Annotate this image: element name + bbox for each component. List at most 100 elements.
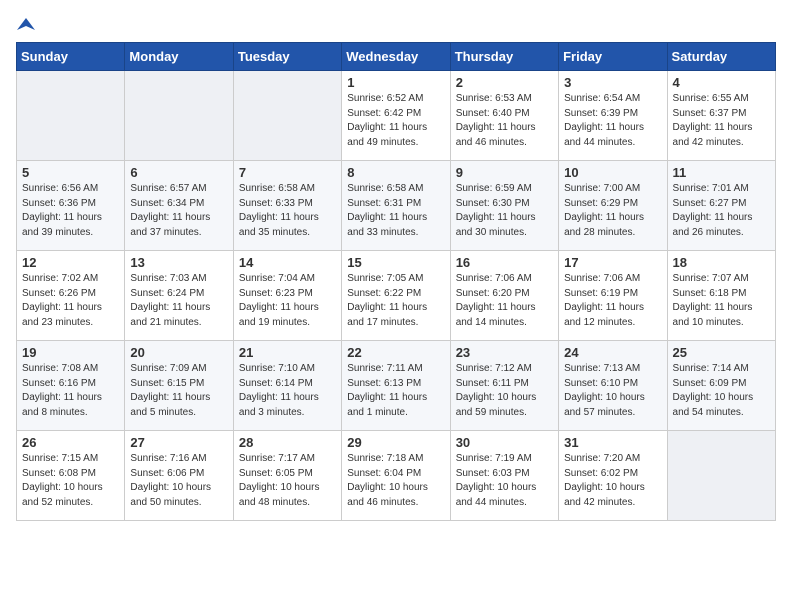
day-info: Sunrise: 7:20 AM Sunset: 6:02 PM Dayligh… — [564, 452, 661, 510]
week-row-3: 12 Sunrise: 7:02 AM Sunset: 6:26 PM Dayli… — [17, 251, 776, 341]
day-number: 19 — [22, 345, 119, 360]
day-number: 2 — [456, 75, 553, 90]
day-info: Sunrise: 7:07 AM Sunset: 6:18 PM Dayligh… — [673, 272, 770, 330]
day-number: 18 — [673, 255, 770, 270]
day-cell: 11 Sunrise: 7:01 AM Sunset: 6:27 PM Dayli… — [667, 161, 775, 251]
day-info: Sunrise: 7:11 AM Sunset: 6:13 PM Dayligh… — [347, 362, 444, 420]
day-cell: 12 Sunrise: 7:02 AM Sunset: 6:26 PM Dayli… — [17, 251, 125, 341]
day-info: Sunrise: 7:03 AM Sunset: 6:24 PM Dayligh… — [130, 272, 227, 330]
day-cell: 23Sunrise: 7:12 AM Sunset: 6:11 PM Dayli… — [450, 341, 558, 431]
header-friday: Friday — [559, 43, 667, 71]
logo — [16, 16, 36, 30]
day-number: 21 — [239, 345, 336, 360]
day-number: 16 — [456, 255, 553, 270]
day-number: 29 — [347, 435, 444, 450]
day-cell: 27Sunrise: 7:16 AM Sunset: 6:06 PM Dayli… — [125, 431, 233, 521]
day-cell: 17 Sunrise: 7:06 AM Sunset: 6:19 PM Dayli… — [559, 251, 667, 341]
day-number: 26 — [22, 435, 119, 450]
day-info: Sunrise: 6:57 AM Sunset: 6:34 PM Dayligh… — [130, 182, 227, 240]
day-cell — [667, 431, 775, 521]
header-monday: Monday — [125, 43, 233, 71]
day-cell: 14 Sunrise: 7:04 AM Sunset: 6:23 PM Dayli… — [233, 251, 341, 341]
day-cell: 5 Sunrise: 6:56 AM Sunset: 6:36 PM Daylig… — [17, 161, 125, 251]
day-number: 17 — [564, 255, 661, 270]
day-cell: 21Sunrise: 7:10 AM Sunset: 6:14 PM Dayli… — [233, 341, 341, 431]
page-header — [16, 16, 776, 30]
day-number: 14 — [239, 255, 336, 270]
day-cell: 10 Sunrise: 7:00 AM Sunset: 6:29 PM Dayli… — [559, 161, 667, 251]
day-info: Sunrise: 7:06 AM Sunset: 6:19 PM Dayligh… — [564, 272, 661, 330]
day-number: 10 — [564, 165, 661, 180]
day-cell: 16Sunrise: 7:06 AM Sunset: 6:20 PM Dayli… — [450, 251, 558, 341]
header-row: SundayMondayTuesdayWednesdayThursdayFrid… — [17, 43, 776, 71]
day-cell: 2 Sunrise: 6:53 AM Sunset: 6:40 PM Daylig… — [450, 71, 558, 161]
day-info: Sunrise: 7:12 AM Sunset: 6:11 PM Dayligh… — [456, 362, 553, 420]
day-number: 13 — [130, 255, 227, 270]
day-number: 15 — [347, 255, 444, 270]
day-number: 9 — [456, 165, 553, 180]
day-number: 22 — [347, 345, 444, 360]
day-info: Sunrise: 7:02 AM Sunset: 6:26 PM Dayligh… — [22, 272, 119, 330]
day-number: 25 — [673, 345, 770, 360]
day-info: Sunrise: 7:09 AM Sunset: 6:15 PM Dayligh… — [130, 362, 227, 420]
header-wednesday: Wednesday — [342, 43, 450, 71]
day-number: 31 — [564, 435, 661, 450]
day-cell — [233, 71, 341, 161]
day-number: 5 — [22, 165, 119, 180]
day-number: 11 — [673, 165, 770, 180]
day-cell: 13 Sunrise: 7:03 AM Sunset: 6:24 PM Dayli… — [125, 251, 233, 341]
header-saturday: Saturday — [667, 43, 775, 71]
day-cell: 26Sunrise: 7:15 AM Sunset: 6:08 PM Dayli… — [17, 431, 125, 521]
day-cell: 4 Sunrise: 6:55 AM Sunset: 6:37 PM Daylig… — [667, 71, 775, 161]
day-number: 6 — [130, 165, 227, 180]
day-info: Sunrise: 6:52 AM Sunset: 6:42 PM Dayligh… — [347, 92, 444, 150]
day-cell: 9 Sunrise: 6:59 AM Sunset: 6:30 PM Daylig… — [450, 161, 558, 251]
week-row-4: 19 Sunrise: 7:08 AM Sunset: 6:16 PM Dayli… — [17, 341, 776, 431]
day-info: Sunrise: 7:17 AM Sunset: 6:05 PM Dayligh… — [239, 452, 336, 510]
day-cell: 19 Sunrise: 7:08 AM Sunset: 6:16 PM Dayli… — [17, 341, 125, 431]
day-info: Sunrise: 6:56 AM Sunset: 6:36 PM Dayligh… — [22, 182, 119, 240]
day-cell: 6 Sunrise: 6:57 AM Sunset: 6:34 PM Daylig… — [125, 161, 233, 251]
day-cell: 28Sunrise: 7:17 AM Sunset: 6:05 PM Dayli… — [233, 431, 341, 521]
day-cell: 15 Sunrise: 7:05 AM Sunset: 6:22 PM Dayli… — [342, 251, 450, 341]
day-cell: 29Sunrise: 7:18 AM Sunset: 6:04 PM Dayli… — [342, 431, 450, 521]
day-info: Sunrise: 7:05 AM Sunset: 6:22 PM Dayligh… — [347, 272, 444, 330]
day-cell: 24 Sunrise: 7:13 AM Sunset: 6:10 PM Dayli… — [559, 341, 667, 431]
day-cell: 18 Sunrise: 7:07 AM Sunset: 6:18 PM Dayli… — [667, 251, 775, 341]
day-info: Sunrise: 6:58 AM Sunset: 6:31 PM Dayligh… — [347, 182, 444, 240]
day-number: 3 — [564, 75, 661, 90]
logo-bird-icon — [17, 16, 35, 34]
day-info: Sunrise: 6:54 AM Sunset: 6:39 PM Dayligh… — [564, 92, 661, 150]
day-info: Sunrise: 7:13 AM Sunset: 6:10 PM Dayligh… — [564, 362, 661, 420]
day-cell: 22 Sunrise: 7:11 AM Sunset: 6:13 PM Dayli… — [342, 341, 450, 431]
day-cell: 1Sunrise: 6:52 AM Sunset: 6:42 PM Daylig… — [342, 71, 450, 161]
day-number: 8 — [347, 165, 444, 180]
header-sunday: Sunday — [17, 43, 125, 71]
day-info: Sunrise: 6:58 AM Sunset: 6:33 PM Dayligh… — [239, 182, 336, 240]
day-info: Sunrise: 7:14 AM Sunset: 6:09 PM Dayligh… — [673, 362, 770, 420]
day-info: Sunrise: 6:55 AM Sunset: 6:37 PM Dayligh… — [673, 92, 770, 150]
day-number: 4 — [673, 75, 770, 90]
day-cell: 30 Sunrise: 7:19 AM Sunset: 6:03 PM Dayli… — [450, 431, 558, 521]
header-thursday: Thursday — [450, 43, 558, 71]
day-info: Sunrise: 7:00 AM Sunset: 6:29 PM Dayligh… — [564, 182, 661, 240]
day-info: Sunrise: 7:01 AM Sunset: 6:27 PM Dayligh… — [673, 182, 770, 240]
day-cell: 20Sunrise: 7:09 AM Sunset: 6:15 PM Dayli… — [125, 341, 233, 431]
day-number: 27 — [130, 435, 227, 450]
day-info: Sunrise: 6:53 AM Sunset: 6:40 PM Dayligh… — [456, 92, 553, 150]
day-info: Sunrise: 6:59 AM Sunset: 6:30 PM Dayligh… — [456, 182, 553, 240]
day-number: 12 — [22, 255, 119, 270]
day-info: Sunrise: 7:19 AM Sunset: 6:03 PM Dayligh… — [456, 452, 553, 510]
week-row-5: 26Sunrise: 7:15 AM Sunset: 6:08 PM Dayli… — [17, 431, 776, 521]
calendar-table: SundayMondayTuesdayWednesdayThursdayFrid… — [16, 42, 776, 521]
day-info: Sunrise: 7:04 AM Sunset: 6:23 PM Dayligh… — [239, 272, 336, 330]
header-tuesday: Tuesday — [233, 43, 341, 71]
day-number: 7 — [239, 165, 336, 180]
day-number: 30 — [456, 435, 553, 450]
day-cell: 25 Sunrise: 7:14 AM Sunset: 6:09 PM Dayli… — [667, 341, 775, 431]
day-cell — [125, 71, 233, 161]
day-number: 24 — [564, 345, 661, 360]
day-cell — [17, 71, 125, 161]
day-info: Sunrise: 7:08 AM Sunset: 6:16 PM Dayligh… — [22, 362, 119, 420]
day-cell: 31 Sunrise: 7:20 AM Sunset: 6:02 PM Dayli… — [559, 431, 667, 521]
